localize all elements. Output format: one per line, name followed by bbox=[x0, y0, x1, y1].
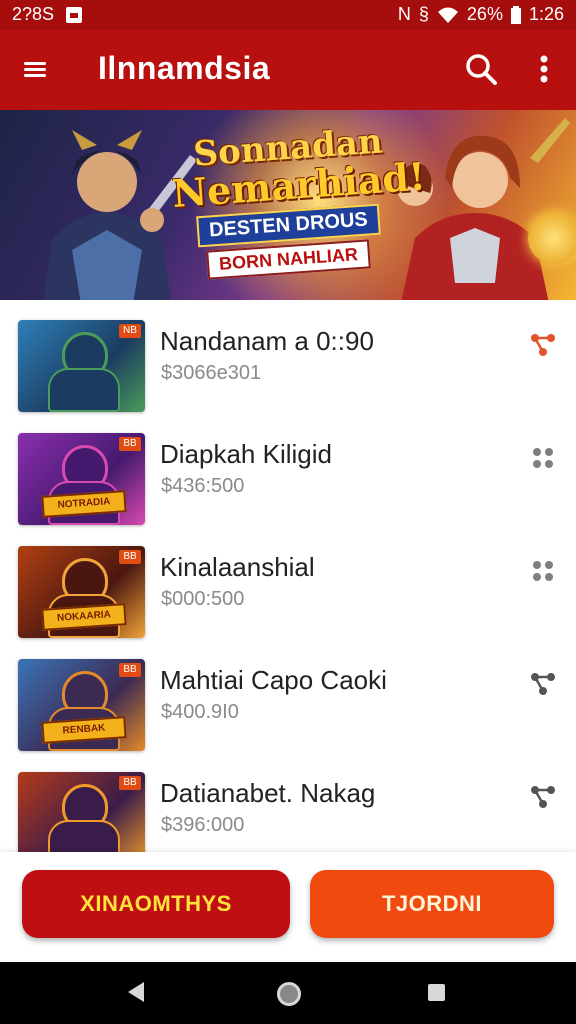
item-thumbnail: BB NOKAARIA bbox=[18, 546, 145, 638]
item-name: Diapkah Kiligid bbox=[160, 439, 332, 469]
more-vert-icon[interactable] bbox=[530, 52, 558, 86]
list-item[interactable]: BB NOKAARIA Kinalaanshial $000:500 bbox=[0, 526, 576, 639]
share-icon[interactable] bbox=[528, 782, 558, 812]
home-icon[interactable] bbox=[277, 982, 301, 1006]
item-name: Datianabet. Nakag bbox=[160, 778, 376, 808]
banner-logo: Sonnadan Nemarhiad! DESTEN DROUS BORN NA… bbox=[171, 121, 427, 290]
share-icon[interactable] bbox=[528, 330, 558, 360]
share-icon[interactable] bbox=[528, 669, 558, 699]
battery-percentage: 26% bbox=[466, 4, 503, 24]
menu-icon[interactable] bbox=[22, 56, 50, 84]
item-name: Mahtiai Capo Caoki bbox=[160, 665, 387, 695]
item-thumbnail: NB bbox=[18, 320, 145, 412]
item-price: $000:500 bbox=[161, 588, 245, 610]
recents-icon[interactable] bbox=[428, 984, 445, 1001]
battery-icon bbox=[510, 5, 521, 24]
app-bar: Ilnnamdsia bbox=[0, 30, 576, 110]
item-thumbnail: BB NOTRADIA bbox=[18, 433, 145, 525]
dots-grid-icon[interactable] bbox=[528, 443, 558, 473]
item-price: $436:500 bbox=[161, 475, 245, 497]
system-nav-bar bbox=[0, 962, 576, 1024]
status-time-right: 1:26 bbox=[528, 4, 564, 24]
notification-icon bbox=[66, 6, 83, 23]
app-title: Ilnnamdsia bbox=[98, 50, 271, 86]
item-name: Nandanam a 0::90 bbox=[160, 326, 374, 356]
bottom-action-bar: XINAOMTHYS TJORDNI bbox=[0, 852, 576, 962]
primary-button[interactable]: XINAOMTHYS bbox=[22, 870, 290, 938]
list-item[interactable]: BB RENBAK Mahtiai Capo Caoki $400.9I0 bbox=[0, 639, 576, 752]
secondary-button[interactable]: TJORDNI bbox=[310, 870, 554, 938]
item-price: $3066е301 bbox=[161, 362, 262, 384]
banner-line4: BORN NAHLIAR bbox=[205, 239, 371, 280]
list-item[interactable]: NB Nandanam a 0::90 $3066е301 bbox=[0, 300, 576, 413]
item-badge: NB bbox=[119, 324, 141, 338]
wifi-icon bbox=[437, 7, 458, 23]
item-badge: BB bbox=[119, 776, 141, 790]
hero-warrior-right bbox=[397, 118, 570, 300]
back-icon[interactable] bbox=[128, 982, 144, 1002]
data-saver-icon: § bbox=[418, 4, 429, 24]
item-badge: BB bbox=[119, 550, 141, 564]
nfc-icon: N bbox=[397, 4, 411, 24]
item-thumbnail: BB bbox=[18, 772, 145, 852]
item-price: $396:000 bbox=[161, 814, 245, 836]
list-item[interactable]: BB Datianabet. Nakag $396:000 bbox=[0, 752, 576, 852]
coin-icon bbox=[528, 212, 576, 264]
item-list: NB Nandanam a 0::90 $3066е301 BB NOTRADI… bbox=[0, 300, 576, 852]
dots-grid-icon[interactable] bbox=[528, 556, 558, 586]
status-bar: 2?8S N § 26% 1:26 bbox=[0, 0, 576, 30]
promo-banner[interactable]: Sonnadan Nemarhiad! DESTEN DROUS BORN NA… bbox=[0, 110, 576, 300]
search-icon[interactable] bbox=[464, 52, 498, 86]
item-thumbnail: BB RENBAK bbox=[18, 659, 145, 751]
item-name: Kinalaanshial bbox=[160, 552, 315, 582]
item-price: $400.9I0 bbox=[161, 701, 239, 723]
list-item[interactable]: BB NOTRADIA Diapkah Kiligid $436:500 bbox=[0, 413, 576, 526]
item-badge: BB bbox=[119, 437, 141, 451]
status-time-left: 2?8S bbox=[12, 4, 55, 24]
item-badge: BB bbox=[119, 663, 141, 677]
